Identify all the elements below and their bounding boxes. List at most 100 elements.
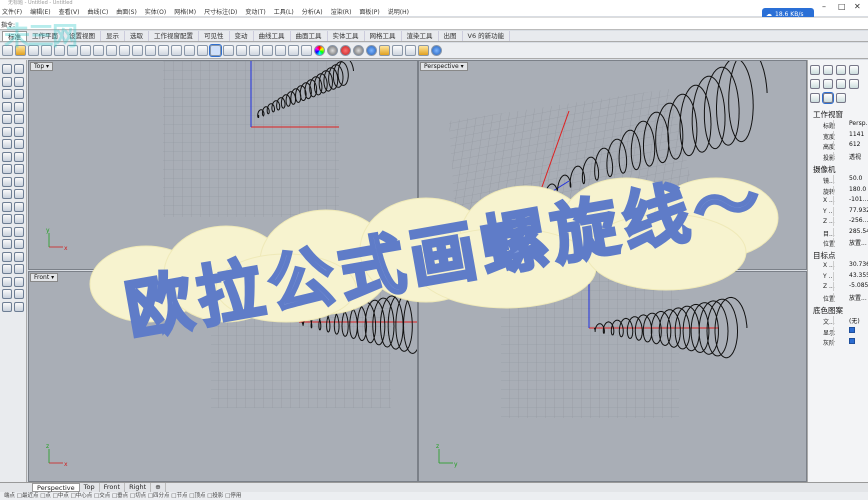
rectangle-icon[interactable] xyxy=(14,101,24,112)
toggle-icon[interactable] xyxy=(236,45,247,56)
array-icon[interactable] xyxy=(2,239,12,249)
explode-icon[interactable] xyxy=(2,201,12,212)
viewport-tab[interactable]: Top xyxy=(80,483,100,492)
zoom-window-icon[interactable] xyxy=(171,45,182,56)
layers-icon[interactable] xyxy=(823,65,833,75)
menu-item[interactable]: 工具(L) xyxy=(274,7,294,16)
viewport-tab[interactable]: Right xyxy=(125,483,152,492)
split-icon[interactable] xyxy=(2,189,12,199)
copy-icon[interactable] xyxy=(2,214,12,224)
lock-icon[interactable] xyxy=(275,45,286,56)
property-row[interactable]: 灰阶 xyxy=(823,337,868,347)
select-points-icon[interactable] xyxy=(2,64,12,74)
mesh-icon[interactable] xyxy=(14,151,24,162)
property-row[interactable]: 显示 xyxy=(823,326,868,337)
ellipse-icon[interactable] xyxy=(2,101,12,112)
property-value[interactable]: 放置... xyxy=(833,238,868,247)
property-row[interactable]: Y ... 43.355 xyxy=(823,271,868,281)
viewport-tab[interactable]: Perspective xyxy=(32,483,80,492)
zoom-extents-icon[interactable] xyxy=(184,45,195,56)
command-line[interactable]: 指令: xyxy=(0,17,868,30)
property-row[interactable]: 宽度 1141 xyxy=(823,130,868,141)
zoom-selected-icon[interactable] xyxy=(197,45,208,56)
group-icon[interactable] xyxy=(14,264,24,274)
property-value[interactable]: 180.0 xyxy=(833,185,868,195)
property-row[interactable]: 旋转 180.0 xyxy=(823,185,868,196)
camera-icon[interactable] xyxy=(810,93,820,103)
property-row[interactable]: 位置 放置... xyxy=(823,238,868,248)
property-value[interactable]: 放置... xyxy=(833,292,868,302)
viewport-tab[interactable]: ⊕ xyxy=(151,483,166,492)
help-icon[interactable] xyxy=(849,65,859,75)
menu-item[interactable]: 曲面(S) xyxy=(116,7,137,16)
polyline-icon[interactable] xyxy=(2,76,12,87)
render-icon[interactable] xyxy=(340,45,351,56)
display-icon[interactable] xyxy=(836,65,846,75)
material-icon[interactable] xyxy=(327,45,338,56)
close-icon[interactable]: ✕ xyxy=(854,2,861,11)
menu-item[interactable]: 实体(O) xyxy=(145,7,166,16)
property-value[interactable]: -101.... xyxy=(833,196,868,205)
menu-item[interactable]: 变动(T) xyxy=(245,7,265,16)
toolbar-tab[interactable]: 网格工具 xyxy=(365,31,402,41)
toolbar-tab[interactable]: V6 的新功能 xyxy=(463,31,511,41)
mirror-icon[interactable] xyxy=(14,226,24,237)
network-icon[interactable] xyxy=(405,45,416,56)
menu-item[interactable]: 查看(V) xyxy=(59,7,80,16)
align-icon[interactable] xyxy=(14,239,24,249)
property-row[interactable]: 位置 放置... xyxy=(823,292,868,303)
viewport-label-top[interactable]: Top ▾ xyxy=(30,62,54,71)
offset-icon[interactable] xyxy=(2,176,12,187)
property-value[interactable]: 1141 xyxy=(833,130,868,140)
surface-icon[interactable] xyxy=(2,126,12,137)
options-icon[interactable] xyxy=(14,301,24,312)
menu-item[interactable]: 尺寸标注(D) xyxy=(204,7,237,16)
toolbar-tab[interactable]: 工作视窗配置 xyxy=(149,31,199,41)
text-icon[interactable] xyxy=(14,251,24,262)
sun-icon[interactable] xyxy=(849,79,859,89)
move-icon[interactable] xyxy=(14,201,24,212)
property-value[interactable]: 50.0 xyxy=(833,175,868,184)
property-row[interactable]: X ... 30.736 xyxy=(823,261,868,270)
sphere-icon[interactable] xyxy=(14,139,24,149)
property-value[interactable]: 77.932 xyxy=(833,206,868,216)
maximize-icon[interactable]: □ xyxy=(838,2,846,11)
light-icon[interactable] xyxy=(288,45,299,56)
toolbar-tab[interactable]: 变动 xyxy=(230,31,254,41)
menu-item[interactable]: 曲线(C) xyxy=(87,7,108,16)
toolbar-tab[interactable]: 曲面工具 xyxy=(291,31,328,41)
options-icon[interactable] xyxy=(392,45,403,56)
zoom-icon[interactable] xyxy=(158,45,169,56)
car-icon[interactable] xyxy=(249,45,260,56)
property-value[interactable]: (无) xyxy=(833,316,868,325)
property-row[interactable]: 镜... 50.0 xyxy=(823,175,868,185)
block-icon[interactable] xyxy=(2,264,12,274)
earth-icon[interactable] xyxy=(366,45,377,56)
sun-icon[interactable] xyxy=(418,45,429,56)
menu-item[interactable]: 面板(P) xyxy=(359,7,379,16)
object-props-icon[interactable] xyxy=(810,65,820,75)
curve-icon[interactable] xyxy=(14,76,24,87)
settings-icon[interactable] xyxy=(836,93,846,103)
trim-icon[interactable] xyxy=(14,176,24,187)
checkbox[interactable] xyxy=(849,337,855,344)
polygon-icon[interactable] xyxy=(2,114,12,124)
property-value[interactable] xyxy=(833,326,868,336)
environment-icon[interactable] xyxy=(836,79,846,89)
property-row[interactable]: X ...-101.... xyxy=(823,196,868,205)
property-row[interactable]: 高度 612 xyxy=(823,141,868,151)
property-value[interactable]: 43.355 xyxy=(833,271,868,281)
pan-icon[interactable] xyxy=(132,45,143,56)
property-row[interactable]: 标题Persp... xyxy=(823,120,868,130)
property-value[interactable]: 30.736 xyxy=(833,261,868,270)
join-icon[interactable] xyxy=(14,189,24,199)
color-icon[interactable] xyxy=(314,45,325,56)
viewport-props-icon[interactable] xyxy=(822,92,834,104)
property-value[interactable]: 285.547 xyxy=(833,227,868,237)
property-value[interactable]: 透视 xyxy=(833,151,868,161)
help-icon[interactable] xyxy=(431,45,442,56)
viewport-label-perspective[interactable]: Perspective ▾ xyxy=(420,62,468,71)
dimension-icon[interactable] xyxy=(2,251,12,262)
menu-item[interactable]: 分析(A) xyxy=(302,7,323,16)
toolbar-tab[interactable]: 可见性 xyxy=(199,31,230,41)
